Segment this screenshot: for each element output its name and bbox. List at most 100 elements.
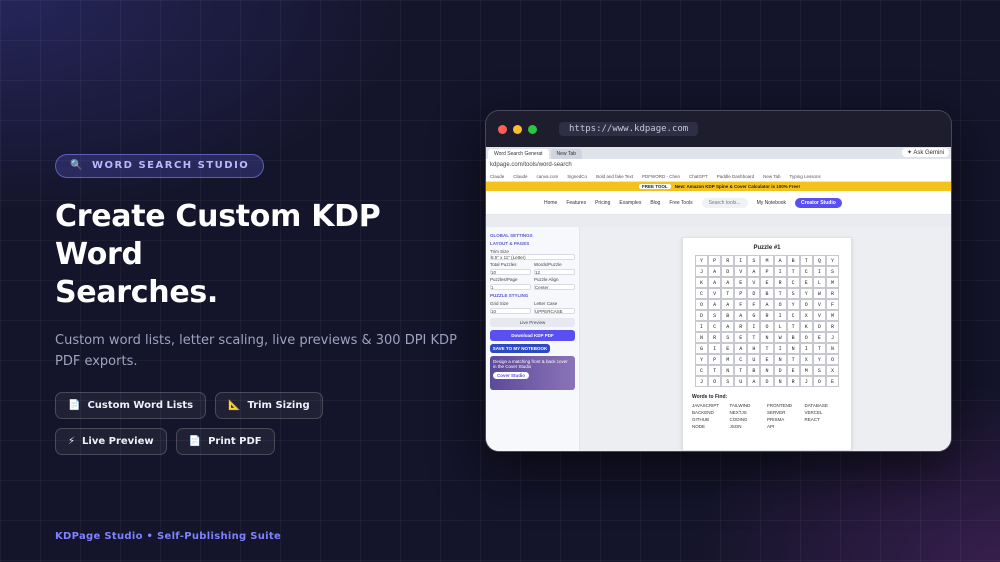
grid-letter: K [799, 321, 813, 332]
grid-letter: X [799, 310, 813, 321]
grid-letter: A [747, 266, 761, 277]
grid-letter: S [825, 266, 839, 277]
grid-letter: C [799, 266, 813, 277]
grid-letter: O [799, 299, 813, 310]
grid-letter: B [786, 332, 800, 343]
bookmark: PDFWORD - Chen [642, 173, 681, 179]
grid-letter: M [825, 310, 839, 321]
grid-letter: A [773, 255, 787, 266]
ppp-value: 1 [491, 285, 494, 290]
screenshot-nav: Home Features Pricing Examples Blog Free… [486, 191, 951, 215]
grid-letter: I [773, 343, 787, 354]
word-item: JSON [729, 424, 742, 429]
word-item: CODING [729, 417, 748, 422]
grid-letter: D [773, 365, 787, 376]
grid-letter: A [708, 266, 722, 277]
grid-letter: E [812, 332, 826, 343]
grid-letter: T [721, 288, 735, 299]
word-item: VERCEL [804, 410, 823, 415]
grid-letter: C [734, 354, 748, 365]
promo-tag: FREE TOOL [639, 184, 671, 189]
grid-letter: G [747, 310, 761, 321]
puzzle-page: Puzzle #1 YPRISMABTQYJADVAPITCISKAAEVERC… [682, 237, 852, 451]
grid-letter: T [734, 365, 748, 376]
grid-letter: R [760, 310, 774, 321]
cover-studio-card: Design a matching front & back cover in … [490, 356, 575, 390]
grid-letter: S [708, 310, 722, 321]
grid-letter: E [799, 277, 813, 288]
grid-letter: N [760, 365, 774, 376]
bookmark: Bold and fake Text [596, 173, 634, 179]
grid-letter: I [734, 255, 748, 266]
grid-letter: K [695, 277, 709, 288]
grid-letter: T [773, 288, 787, 299]
nav-item: Examples [619, 199, 642, 206]
grid-size-field: 10 [490, 308, 531, 314]
word-list: JAVASCRIPT TAILWIND FRONTEND DATABASE BACKEN… [692, 403, 842, 429]
grid-letter: I [747, 321, 761, 332]
gemini-label: Ask Gemini [913, 150, 944, 156]
nav-item: Features [566, 199, 587, 206]
grid-letter: E [734, 332, 748, 343]
chip-label: Trim Sizing [247, 399, 310, 411]
download-pdf-button: Download KDP PDF [490, 330, 575, 341]
grid-letter: O [773, 299, 787, 310]
sidebar-header: GLOBAL SETTINGS [490, 233, 533, 238]
grid-letter: T [786, 321, 800, 332]
grid-letter: A [734, 310, 748, 321]
grid-letter: R [825, 288, 839, 299]
bookmark: SignedCo [567, 173, 588, 179]
words-value: 12 [535, 270, 541, 275]
puzzle-align-field: Center [534, 284, 575, 290]
letter-case-field: UPPERCASE [534, 308, 575, 314]
puzzles-per-page-field: 1 [490, 284, 531, 290]
chip-label: Live Preview [82, 435, 154, 447]
screenshot-bookmarks: Claude Claude canva.com SignedCo Bold an… [486, 171, 951, 182]
grid-letter: O [799, 332, 813, 343]
bookmark: Claude [513, 173, 528, 179]
word-item: TAILWIND [729, 403, 751, 408]
grid-letter: T [747, 332, 761, 343]
grid-letter: T [812, 343, 826, 354]
word-item: BACKEND [692, 410, 714, 415]
grid-value: 10 [491, 309, 497, 314]
grid-letter: Y [812, 354, 826, 365]
word-item: NEXTJS [729, 410, 747, 415]
bookmark: Paddle Dashboard [716, 173, 755, 179]
nav-item: Blog [650, 199, 661, 206]
total-puzzles-field: 10 [490, 269, 531, 275]
chip-label: Print PDF [208, 435, 262, 447]
grid-letter: N [695, 332, 709, 343]
trim-value: 8.5" x 11" (Letter) [491, 255, 526, 260]
screenshot-tab: New Tab [550, 149, 582, 159]
ask-gemini-button: ✦ Ask Gemini [901, 148, 949, 157]
grid-letter: C [708, 321, 722, 332]
word-item: NODE [692, 424, 706, 429]
hero-subtitle: Custom word lists, letter scaling, live … [55, 332, 457, 369]
grid-letter: P [708, 255, 722, 266]
bookmark: Typing Lessons [789, 173, 821, 179]
close-dot-icon [498, 124, 507, 134]
bookmark: canva.com [536, 173, 559, 179]
grid-letter: R [786, 376, 800, 387]
grid-label: Grid Size [490, 301, 509, 306]
grid-letter: A [721, 299, 735, 310]
cover-text: Design a matching front & back cover in … [493, 359, 568, 369]
word-item: REACT [804, 417, 820, 422]
grid-letter: R [825, 321, 839, 332]
grid-letter: T [708, 365, 722, 376]
magnifier-icon: 🔍 [70, 160, 84, 171]
save-notebook-button: SAVE TO MY NOTEBOOK [490, 344, 550, 353]
minimize-dot-icon [513, 124, 522, 134]
grid-letter: O [812, 376, 826, 387]
grid-letter: E [760, 277, 774, 288]
case-label: Letter Case [534, 301, 558, 306]
grid-letter: X [799, 354, 813, 365]
screenshot-address-bar: kdpage.com/tools/word-search [486, 159, 951, 171]
grid-letter: L [773, 321, 787, 332]
screenshot-tab: Word Search Generat [488, 149, 549, 159]
grid-letter: Y [799, 288, 813, 299]
grid-letter: Y [695, 354, 709, 365]
grid-letter: R [721, 255, 735, 266]
footer-brand: KDPage Studio • Self-Publishing Suite [55, 531, 282, 542]
